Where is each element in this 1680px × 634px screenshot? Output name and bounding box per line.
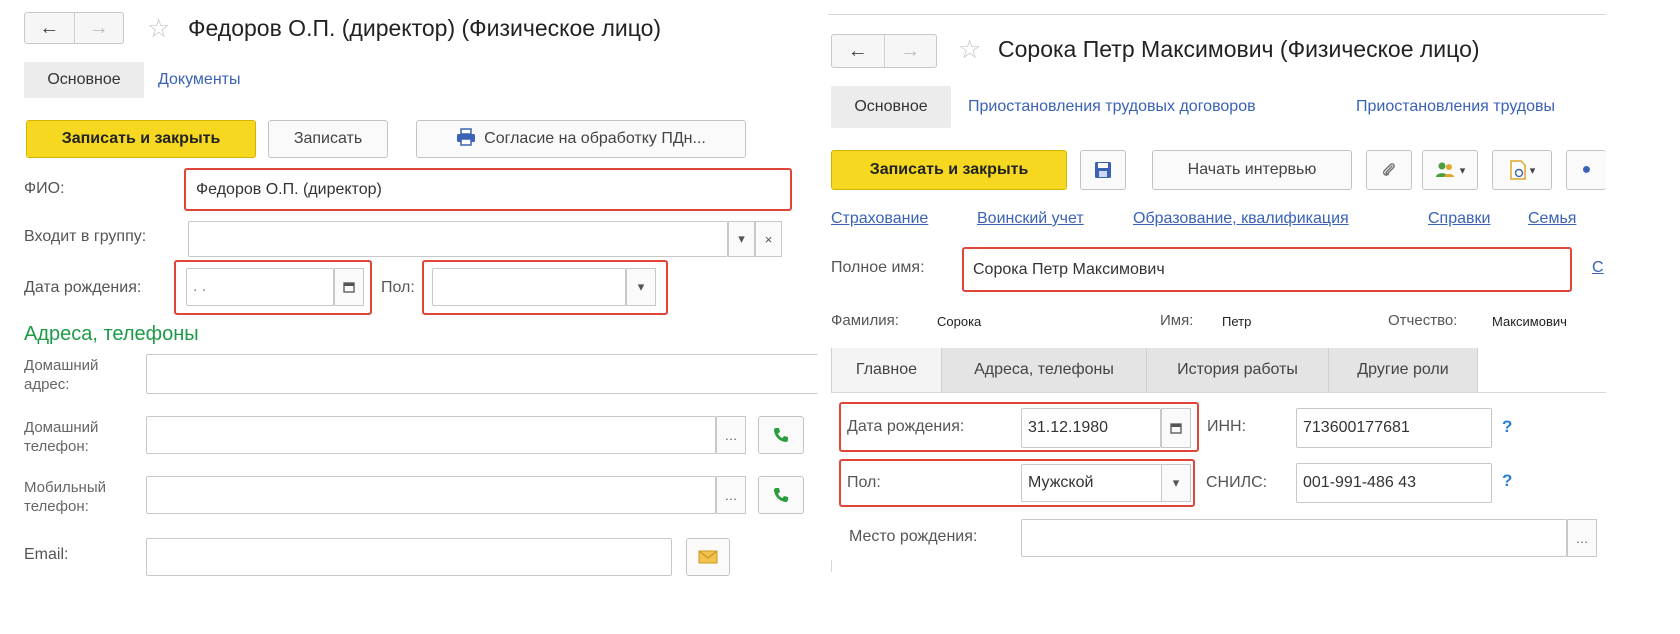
tab-main[interactable]: Основное [24, 62, 144, 98]
link-insurance[interactable]: Страхование [831, 210, 928, 228]
gender-dropdown-icon[interactable]: ▾ [626, 268, 656, 306]
snils-input[interactable]: 001-991-486 43 [1296, 463, 1492, 503]
subtab-main[interactable]: Главное [831, 348, 941, 392]
subtab-other-roles[interactable]: Другие роли [1328, 348, 1478, 392]
section-title: Адреса, телефоны [24, 323, 199, 345]
birth-label-right: Дата рождения: [847, 418, 965, 435]
calendar-icon[interactable] [1161, 408, 1191, 448]
favorite-star-icon[interactable]: ☆ [958, 36, 981, 62]
inn-label: ИНН: [1207, 418, 1247, 435]
subtab-bar: Главное Адреса, телефоны История работы … [831, 348, 1606, 393]
birthplace-input[interactable] [1021, 519, 1567, 557]
inn-input[interactable]: 713600177681 [1296, 408, 1492, 448]
edge-link[interactable]: С [1592, 259, 1604, 277]
save-close-button-right[interactable]: Записать и закрыть [831, 150, 1067, 190]
link-education[interactable]: Образование, квалификация [1133, 210, 1349, 228]
email-label: Email: [24, 546, 69, 563]
snils-label: СНИЛС: [1206, 474, 1268, 491]
printer-icon [456, 127, 476, 151]
favorite-star-icon[interactable]: ☆ [147, 15, 170, 41]
inn-help-icon[interactable]: ? [1502, 417, 1512, 437]
attachment-icon[interactable] [1366, 150, 1412, 190]
gender-select[interactable] [432, 268, 626, 306]
forward-arrow-icon[interactable]: → [883, 35, 937, 67]
tab-documents[interactable]: Документы [158, 71, 240, 89]
home-phone-label: Домашний телефон: [24, 419, 99, 455]
home-phone-input[interactable] [146, 416, 716, 454]
link-military[interactable]: Воинский учет [977, 210, 1084, 228]
birthplace-label: Место рождения: [849, 528, 978, 545]
birth-input-right[interactable]: 31.12.1980 [1021, 408, 1161, 448]
page-title-right: Сорока Петр Максимович (Физическое лицо) [998, 36, 1480, 62]
save-floppy-icon[interactable] [1080, 150, 1126, 190]
group-dropdown-icon[interactable]: ▾ [728, 221, 755, 257]
mobile-phone-label: Мобильный телефон: [24, 479, 106, 515]
nav-buttons: ← → [24, 12, 124, 44]
link-family[interactable]: Семья [1528, 210, 1576, 228]
email-input[interactable] [146, 538, 672, 576]
top-divider [828, 14, 1606, 15]
group-clear-icon[interactable]: × [755, 221, 782, 257]
home-phone-call-icon[interactable] [758, 416, 804, 454]
page-title: Федоров О.П. (директор) (Физическое лицо… [188, 15, 662, 41]
more-actions-icon[interactable]: ● [1566, 150, 1606, 190]
snils-help-icon[interactable]: ? [1502, 471, 1512, 491]
patronymic-label: Отчество: [1388, 312, 1458, 329]
fio-label: ФИО: [24, 180, 65, 197]
back-arrow-icon[interactable]: ← [832, 35, 884, 67]
consent-button[interactable]: Согласие на обработку ПДн... [416, 120, 746, 158]
mobile-phone-call-icon[interactable] [758, 476, 804, 514]
patronymic-value: Максимович [1492, 314, 1567, 329]
home-phone-more-icon[interactable]: … [716, 416, 746, 454]
last-name-label: Фамилия: [831, 312, 899, 329]
form-edge [831, 560, 832, 572]
gender-label: Пол: [381, 279, 415, 296]
home-address-label: Домашний адрес: [24, 357, 99, 393]
back-arrow-icon[interactable]: ← [25, 13, 74, 43]
group-label: Входит в группу: [24, 228, 147, 245]
last-name-value: Сорока [937, 314, 982, 329]
calendar-icon[interactable] [334, 268, 364, 306]
gender-select-right[interactable]: Мужской [1021, 464, 1169, 502]
save-button[interactable]: Записать [268, 120, 388, 158]
birthplace-more-icon[interactable]: … [1567, 519, 1597, 557]
subtab-work-history[interactable]: История работы [1146, 348, 1328, 392]
print-docs-menu-icon[interactable]: ▾ [1492, 150, 1552, 190]
mobile-phone-input[interactable] [146, 476, 716, 514]
mobile-phone-more-icon[interactable]: … [716, 476, 746, 514]
first-name-value: Петр [1222, 314, 1252, 329]
users-menu-icon[interactable]: ▾ [1422, 150, 1478, 190]
consent-label: Согласие на обработку ПДн... [484, 130, 706, 147]
forward-arrow-icon[interactable]: → [73, 13, 124, 43]
subtab-addresses[interactable]: Адреса, телефоны [941, 348, 1146, 392]
birth-label: Дата рождения: [24, 279, 142, 296]
gender-label-right: Пол: [847, 474, 881, 491]
birth-input[interactable]: . . [186, 268, 334, 306]
save-close-button[interactable]: Записать и закрыть [26, 120, 256, 158]
nav-buttons-right: ← → [831, 34, 937, 68]
home-address-input[interactable] [146, 354, 818, 394]
gender-dropdown-icon[interactable]: ▾ [1161, 464, 1191, 502]
email-envelope-icon[interactable] [686, 538, 730, 576]
link-certificates[interactable]: Справки [1428, 210, 1490, 228]
tab-suspensions-2[interactable]: Приостановления трудовы [1356, 98, 1555, 116]
tab-main-right[interactable]: Основное [831, 86, 951, 128]
fio-input[interactable]: Федоров О.П. (директор) [189, 173, 787, 206]
start-interview-button[interactable]: Начать интервью [1152, 150, 1352, 190]
first-name-label: Имя: [1160, 312, 1194, 329]
group-input[interactable] [188, 221, 728, 257]
tab-suspensions-1[interactable]: Приостановления трудовых договоров [968, 98, 1256, 116]
full-name-input[interactable]: Сорока Петр Максимович [966, 251, 1568, 288]
full-name-label: Полное имя: [831, 259, 925, 276]
